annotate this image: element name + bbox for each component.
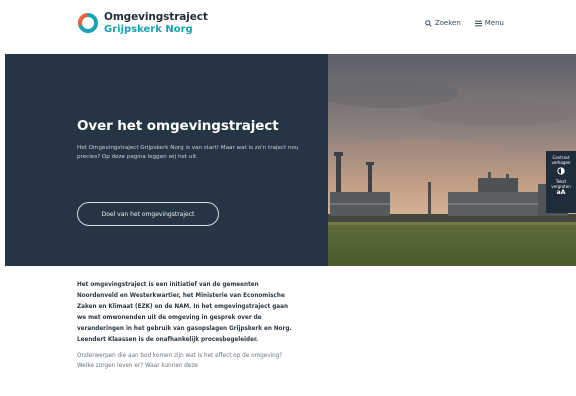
menu-button[interactable]: Menu [474,19,504,27]
gas-storage-photo: Contrast verhogen Tekst vergroten aA [328,54,576,266]
goal-button[interactable]: Doel van het omgevingstraject [77,202,219,226]
search-button[interactable]: Zoeken [425,19,461,27]
hero-title: Over het omgevingstraject [77,118,279,134]
menu-label: Menu [484,19,504,27]
menu-icon [474,20,482,26]
text-size-label: Tekst vergroten [551,179,571,189]
contrast-icon [557,167,565,175]
text-size-toggle[interactable]: Tekst vergroten aA [546,175,576,197]
brand[interactable]: Omgevingstraject Grijpskerk Norg [104,11,208,36]
accessibility-tab: Contrast verhogen Tekst vergroten aA [546,151,576,213]
intro-paragraph: Het omgevingstraject is een initiatief v… [77,282,292,343]
body-paragraph: Onderwerpen die aan bod komen zijn wat i… [77,353,283,369]
logo-icon[interactable] [77,12,99,34]
hero-panel: Over het omgevingstraject Het Omgevingst… [5,54,328,266]
brand-subtitle: Grijpskerk Norg [104,24,193,35]
hero: Over het omgevingstraject Het Omgevingst… [5,54,576,266]
contrast-label: Contrast verhogen [551,155,571,165]
search-icon [425,19,432,27]
text-size-icon: aA [556,189,566,196]
hero-text: Het Omgevingstraject Grijpskerk Norg is … [77,145,299,161]
brand-title: Omgevingstraject [104,11,208,23]
search-label: Zoeken [434,19,461,27]
site-header: Omgevingstraject Grijpskerk Norg Zoeken … [0,0,576,54]
contrast-toggle[interactable]: Contrast verhogen [546,151,576,175]
header-actions: Zoeken Menu [425,19,504,27]
main-content: Het omgevingstraject is een initiatief v… [77,280,293,377]
